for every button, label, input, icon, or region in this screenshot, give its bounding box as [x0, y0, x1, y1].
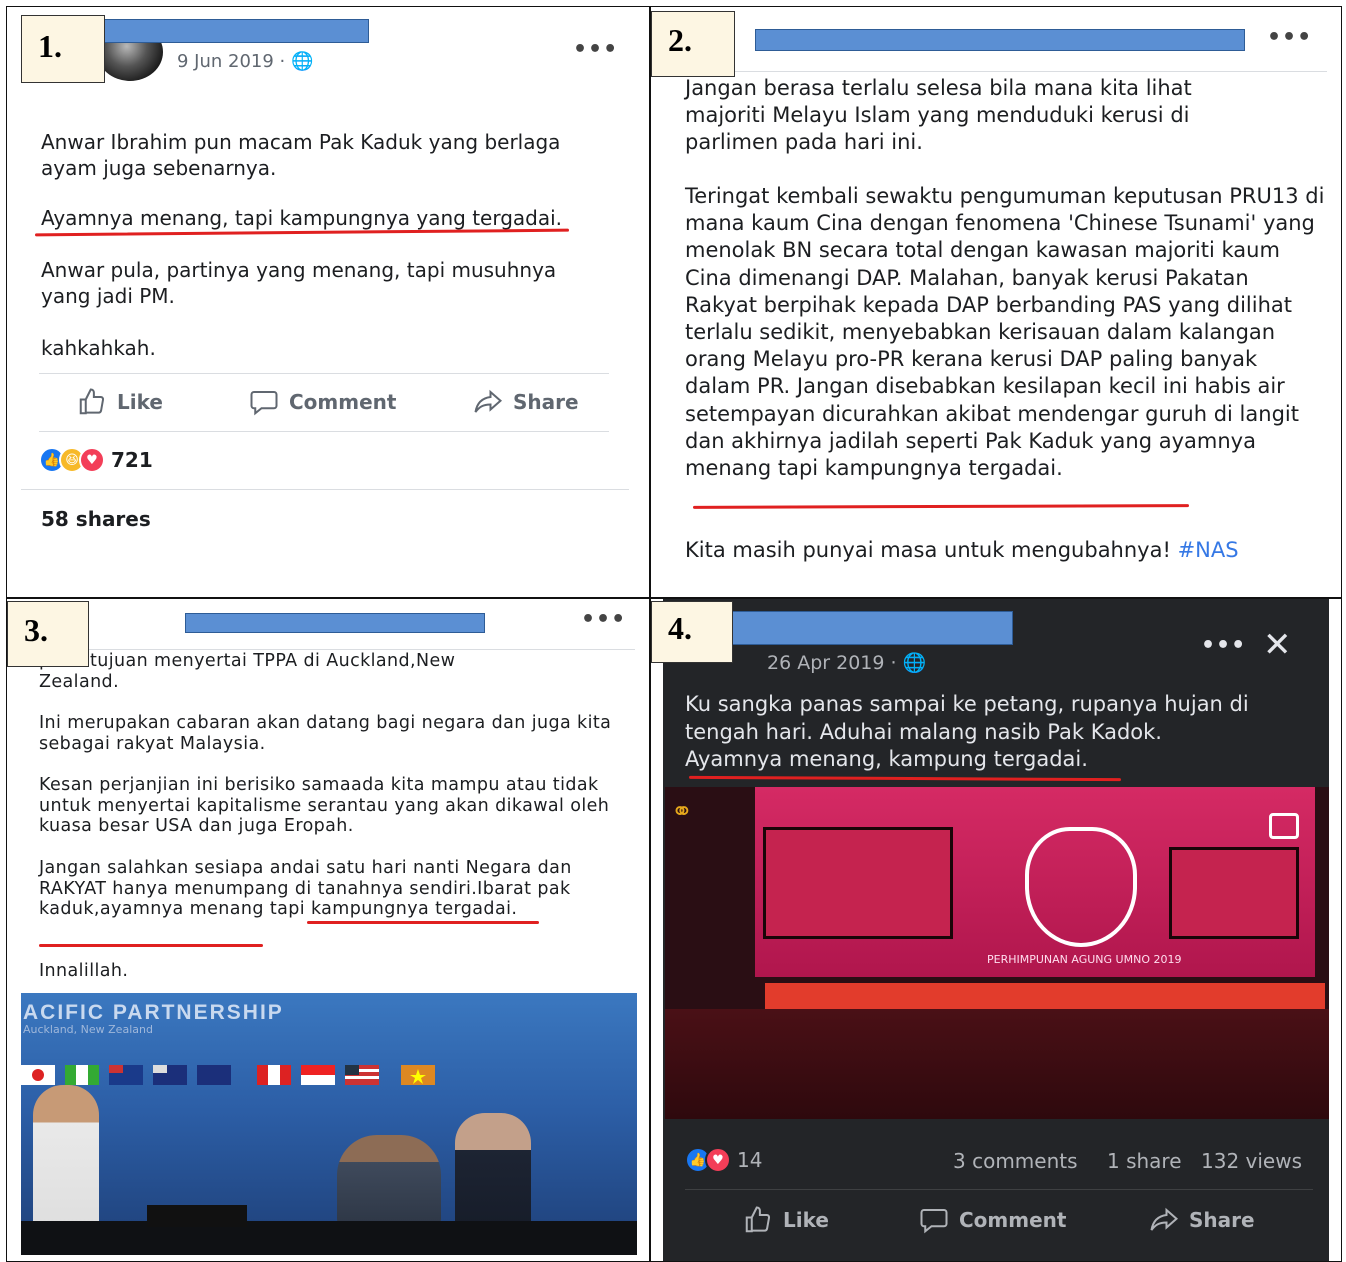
post-paragraph-2: Ini merupakan cabaran akan datang bagi n… — [39, 713, 612, 754]
share-label: Share — [513, 390, 579, 414]
comment-icon — [250, 391, 278, 416]
like-button[interactable]: Like — [743, 1205, 829, 1235]
post-paragraph-5: Innalillah. — [39, 961, 129, 981]
date-text: 26 Apr 2019 · — [767, 652, 903, 674]
comment-button[interactable]: Comment — [249, 387, 396, 417]
audience — [665, 1009, 1329, 1119]
panel-number-1: 1. — [21, 15, 105, 83]
globe-icon: 🌐 — [902, 652, 927, 674]
post-paragraph-2: Ayamnya menang, tapi kampungnya yang ter… — [41, 206, 563, 230]
tv-channel-logo: ⚭ — [671, 797, 693, 827]
paragraph-4-highlight: ayamnya menang tapi kampungnya tergadai. — [99, 899, 518, 920]
divider — [681, 71, 1327, 72]
reactions-summary[interactable]: 👍 ♥ 14 — [685, 1147, 762, 1173]
post-photo[interactable]: PERHIMPUNAN AGUNG UMNO 2019 ⚭ — [665, 787, 1329, 1119]
share-icon — [474, 389, 503, 413]
highlight-underline — [692, 504, 1190, 509]
thumbs-up-icon — [79, 388, 105, 415]
comment-icon — [920, 1209, 948, 1234]
divider — [89, 649, 635, 650]
more-options-icon[interactable]: ••• — [1267, 25, 1312, 50]
post-panel-4: 4. 26 Apr 2019 · 🌐 ••• ✕ Ku sangka panas… — [650, 598, 1342, 1262]
globe-icon: 🌐 — [291, 51, 314, 72]
screen-left — [763, 827, 953, 939]
picture-in-picture-icon[interactable] — [1269, 813, 1299, 839]
share-label: Share — [1189, 1208, 1255, 1232]
redacted-username — [731, 611, 1013, 645]
umno-logo — [1025, 827, 1137, 947]
reactions-count: 721 — [111, 448, 153, 472]
post-paragraph-1: persetujuan menyertai TPPA di Auckland,N… — [39, 651, 456, 692]
post-date[interactable]: 9 Jun 2019 · 🌐 — [177, 51, 313, 72]
divider — [39, 431, 609, 432]
stage-band — [765, 983, 1325, 1009]
signing-table — [21, 1221, 637, 1255]
closing-text: Kita masih punyai masa untuk mengubahnya… — [685, 538, 1178, 562]
like-label: Like — [783, 1208, 829, 1232]
post-paragraph-1: Jangan berasa terlalu selesa bila mana k… — [685, 76, 1192, 155]
close-icon[interactable]: ✕ — [1263, 625, 1292, 665]
screen-right — [1169, 847, 1299, 939]
post-text: Ku sangka panas sampai ke petang, rupany… — [685, 692, 1249, 744]
photo-banner: PERHIMPUNAN AGUNG UMNO 2019 — [987, 953, 1182, 966]
photo-banner-subtitle: Auckland, New Zealand — [23, 1023, 153, 1036]
post-paragraph-3: Kesan perjanjian ini berisiko samaada ki… — [39, 775, 610, 837]
comment-button[interactable]: Comment — [919, 1205, 1066, 1235]
highlight-underline — [307, 921, 539, 924]
thumbs-up-icon — [745, 1206, 771, 1233]
photo-banner-title: ACIFIC PARTNERSHIP — [23, 1001, 284, 1024]
post-date[interactable]: 26 Apr 2019 · 🌐 — [767, 651, 926, 674]
panel-number-3: 3. — [7, 601, 89, 667]
panel-number-4: 4. — [651, 601, 733, 663]
highlight-underline — [39, 944, 263, 947]
person-seated — [337, 1135, 441, 1225]
divider — [21, 489, 629, 490]
post-paragraph-1: Anwar Ibrahim pun macam Pak Kaduk yang b… — [41, 130, 561, 180]
like-label: Like — [117, 390, 163, 414]
post-panel-1: 1. 9 Jun 2019 · 🌐 ••• Anwar Ibrahim pun … — [6, 6, 650, 598]
redacted-username — [185, 613, 485, 633]
divider — [39, 373, 609, 374]
post-photo[interactable]: ACIFIC PARTNERSHIP Auckland, New Zealand — [21, 993, 637, 1255]
comment-label: Comment — [289, 390, 397, 414]
post-paragraph-4: Jangan salahkan sesiapa andai satu hari … — [39, 858, 639, 920]
document-folder — [147, 1205, 247, 1227]
more-options-icon[interactable]: ••• — [581, 607, 626, 632]
love-reaction-icon: ♥ — [705, 1147, 731, 1173]
more-options-icon[interactable]: ••• — [1201, 633, 1246, 658]
comment-label: Comment — [959, 1208, 1067, 1232]
share-button[interactable]: Share — [473, 387, 579, 417]
shares-count[interactable]: 58 shares — [41, 507, 151, 531]
like-button[interactable]: Like — [77, 387, 163, 417]
panel-number-2: 2. — [651, 11, 735, 77]
share-icon — [1150, 1207, 1179, 1231]
reactions-count: 14 — [737, 1148, 763, 1172]
comments-count[interactable]: 3 comments — [953, 1149, 1078, 1173]
share-button[interactable]: Share — [1149, 1205, 1255, 1235]
post-panel-2: 2. ••• Jangan berasa terlalu selesa bila… — [650, 6, 1342, 598]
love-reaction-icon: ♥ — [79, 447, 105, 473]
date-text: 9 Jun 2019 · — [177, 51, 291, 72]
post-paragraph-3: Anwar pula, partinya yang menang, tapi m… — [41, 258, 557, 308]
more-options-icon[interactable]: ••• — [573, 37, 618, 62]
post-paragraph-3: Kita masih punyai masa untuk mengubahnya… — [685, 537, 1325, 564]
divider — [685, 1189, 1313, 1190]
post-paragraph-4: kahkahkah. — [41, 336, 156, 360]
views-count: 132 views — [1201, 1149, 1303, 1173]
post-text-highlight: Ayamnya menang, kampung tergadai. — [685, 747, 1088, 771]
redacted-username — [101, 19, 369, 43]
post-paragraph-2: Teringat kembali sewaktu pengumuman kepu… — [685, 184, 1325, 481]
flags-row — [21, 1065, 435, 1085]
redacted-username — [755, 29, 1245, 51]
reactions-summary[interactable]: 👍 😆 ♥ 721 — [39, 447, 153, 473]
post-panel-3: 3. ••• persetujuan menyertai TPPA di Auc… — [6, 598, 650, 1262]
shares-count[interactable]: 1 share — [1107, 1149, 1182, 1173]
hashtag-link[interactable]: #NAS — [1178, 538, 1239, 562]
